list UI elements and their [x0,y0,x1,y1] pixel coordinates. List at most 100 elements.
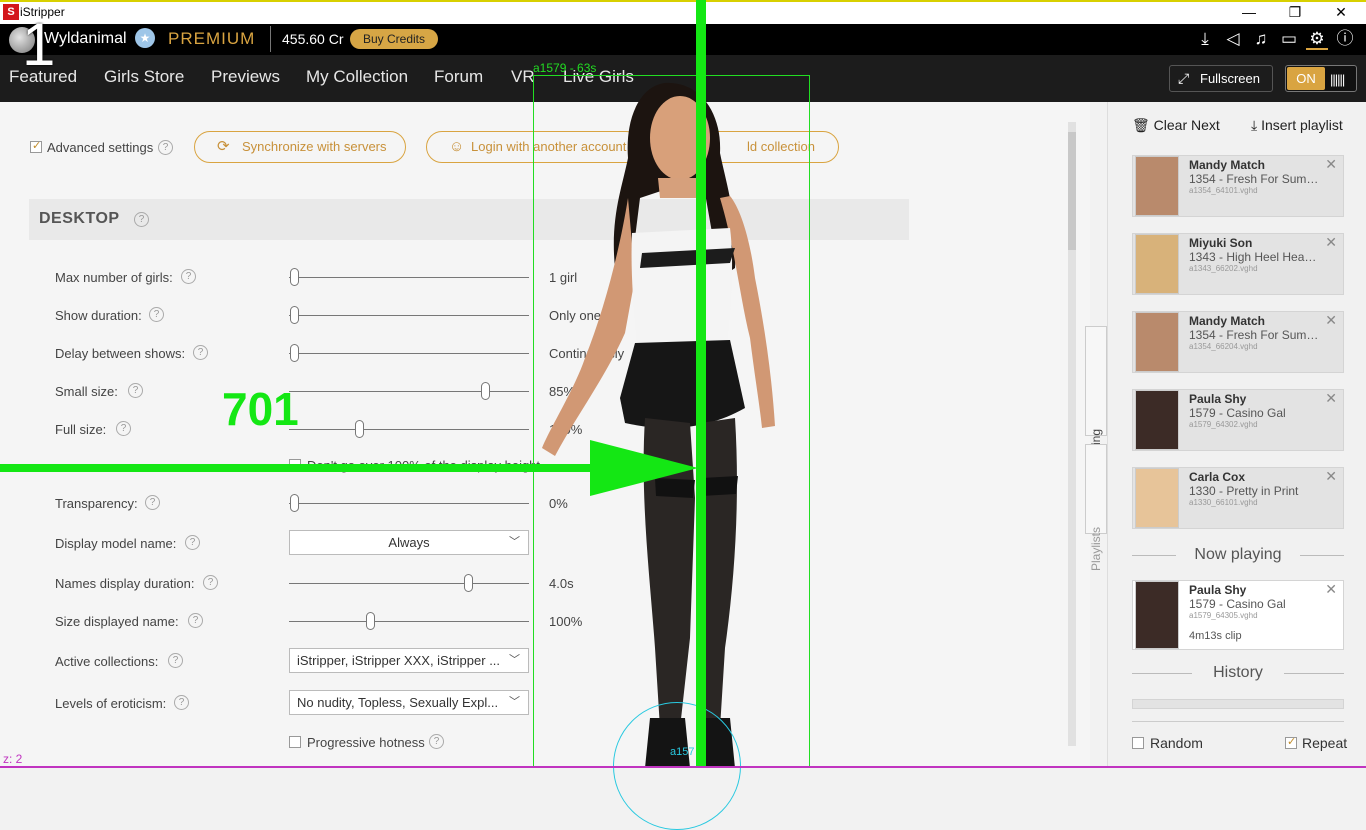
clip-file: a1579_64302.vghd [1189,420,1258,429]
nav-girls-store[interactable]: Girls Store [104,67,184,87]
transparency-slider-handle[interactable] [290,494,299,512]
insert-playlist-button[interactable]: ⤓ Insert playlist [1251,117,1343,134]
show-duration-slider[interactable] [289,315,529,316]
chevron-down-icon: ﹀ [509,654,520,666]
queue-item[interactable]: Mandy Match 1354 - Fresh For Summer a135… [1132,311,1344,373]
close-button[interactable]: ✕ [1318,2,1364,24]
fullscreen-label: Fullscreen [1200,71,1260,86]
history-item[interactable] [1132,699,1344,709]
remove-icon[interactable]: ✕ [1325,156,1337,173]
music-icon[interactable]: ♫ [1250,28,1272,50]
remove-icon[interactable]: ✕ [1325,234,1337,251]
display-model-name-label: Display model name: [55,536,177,551]
help-icon[interactable]: ? [174,695,189,710]
footer-divider [1132,721,1344,722]
desktop-toggle[interactable]: ON |||||| [1285,65,1357,92]
z-order-label: z: 2 [3,752,23,766]
playlist-panel: 🗑 Clear Next ⤓ Insert playlist Mandy Mat… [1107,102,1366,768]
repeat-label: Repeat [1302,735,1348,751]
now-playing-item[interactable]: Paula Shy 1579 - Casino Gal a1579_64305.… [1132,580,1344,650]
title-bar: S iStripper — ❐ ✕ [0,0,1366,24]
minimize-button[interactable]: — [1226,2,1272,24]
nav-previews[interactable]: Previews [211,67,280,87]
help-icon[interactable]: ? [134,212,149,227]
random-checkbox[interactable] [1132,737,1144,749]
help-icon[interactable]: ? [193,345,208,360]
size-displayed-name-slider[interactable] [289,621,529,622]
advanced-settings-label: Advanced settings [47,140,154,155]
help-icon[interactable]: ? [116,421,131,436]
model-name: Mandy Match [1189,158,1266,172]
username[interactable]: Wyldanimal [44,30,127,48]
repeat-checkbox[interactable] [1285,735,1297,749]
queue-item[interactable]: Paula Shy 1579 - Casino Gal a1579_64302.… [1132,389,1344,451]
eroticism-levels-select[interactable]: No nudity, Topless, Sexually Expl... ﹀ [289,690,529,715]
scrollbar-thumb[interactable] [1068,132,1076,250]
fullscreen-button[interactable]: ⤢ Fullscreen [1169,65,1273,92]
help-icon[interactable]: ? [149,307,164,322]
announcement-icon[interactable]: ◁ [1222,28,1244,50]
progressive-hotness-checkbox[interactable] [289,736,301,748]
display-model-name-select[interactable]: Always ﹀ [289,530,529,555]
expand-icon: ⤢ [1178,70,1190,86]
insert-icon: ⤓ [1251,117,1258,133]
full-size-slider-handle[interactable] [355,420,364,438]
queue-item[interactable]: Carla Cox 1330 - Pretty in Print a1330_6… [1132,467,1344,529]
active-collections-value: iStripper, iStripper XXX, iStripper ... [297,653,501,668]
transparency-label: Transparency: [55,496,138,511]
show-duration-slider-handle[interactable] [290,306,299,324]
info-icon[interactable]: ⓘ [1334,28,1356,50]
active-collections-select[interactable]: iStripper, iStripper XXX, iStripper ... … [289,648,529,673]
buy-credits-button[interactable]: Buy Credits [350,29,438,49]
help-icon[interactable]: ? [188,613,203,628]
names-display-duration-slider[interactable] [289,583,529,584]
nav-forum[interactable]: Forum [434,67,483,87]
delay-between-shows-label: Delay between shows: [55,346,186,361]
eroticism-levels-value: No nudity, Topless, Sexually Expl... [297,695,499,710]
help-icon[interactable]: ? [145,495,160,510]
nav-my-collection[interactable]: My Collection [306,67,408,87]
maximize-button[interactable]: ❐ [1272,2,1318,24]
clip-file: a1579_64305.vghd [1189,611,1258,620]
delay-between-shows-slider[interactable] [289,353,529,354]
remove-icon[interactable]: ✕ [1325,581,1337,598]
names-display-duration-slider-handle[interactable] [464,574,473,592]
transparency-slider[interactable] [289,503,529,504]
help-icon[interactable]: ? [185,535,200,550]
remove-icon[interactable]: ✕ [1325,312,1337,329]
settings-icon[interactable]: ⚙ [1306,28,1328,50]
annotation-number: 701 [222,383,299,435]
max-girls-slider[interactable] [289,277,529,278]
synchronize-button[interactable]: ⟳ Synchronize with servers [194,131,406,163]
clear-next-button[interactable]: 🗑 Clear Next [1132,117,1220,134]
advanced-settings-checkbox[interactable] [30,139,42,153]
insert-playlist-label: Insert playlist [1261,117,1343,133]
full-size-label: Full size: [55,422,107,437]
model-thumbnail [1135,234,1179,294]
tab-now-playing[interactable]: Now playing [1085,326,1107,494]
small-size-slider-handle[interactable] [481,382,490,400]
help-icon[interactable]: ? [181,269,196,284]
remove-icon[interactable]: ✕ [1325,468,1337,485]
show-duration-label: Show duration: [55,308,142,323]
tab-playlists[interactable]: Playlists [1085,444,1107,571]
queue-item[interactable]: Mandy Match 1354 - Fresh For Summer a135… [1132,155,1344,217]
settings-scrollbar[interactable] [1068,122,1076,746]
full-size-slider[interactable] [289,429,529,430]
queue-item[interactable]: Miyuki Son 1343 - High Heel Heaven a1343… [1132,233,1344,295]
help-icon[interactable]: ? [429,734,444,749]
star-icon: ★ [135,28,155,48]
max-girls-slider-handle[interactable] [290,268,299,286]
small-size-slider[interactable] [289,391,529,392]
help-icon[interactable]: ? [168,653,183,668]
size-displayed-name-slider-handle[interactable] [366,612,375,630]
remove-icon[interactable]: ✕ [1325,390,1337,407]
delay-between-shows-slider-handle[interactable] [290,344,299,362]
clip-title: 1354 - Fresh For Summer [1189,328,1319,342]
clip-title: 1343 - High Heel Heaven [1189,250,1319,264]
help-icon[interactable]: ? [203,575,218,590]
monitor-icon[interactable]: ▭ [1278,28,1300,50]
help-icon[interactable]: ? [128,383,143,398]
help-icon[interactable]: ? [158,140,173,155]
download-icon[interactable]: ⤓ [1194,28,1216,50]
